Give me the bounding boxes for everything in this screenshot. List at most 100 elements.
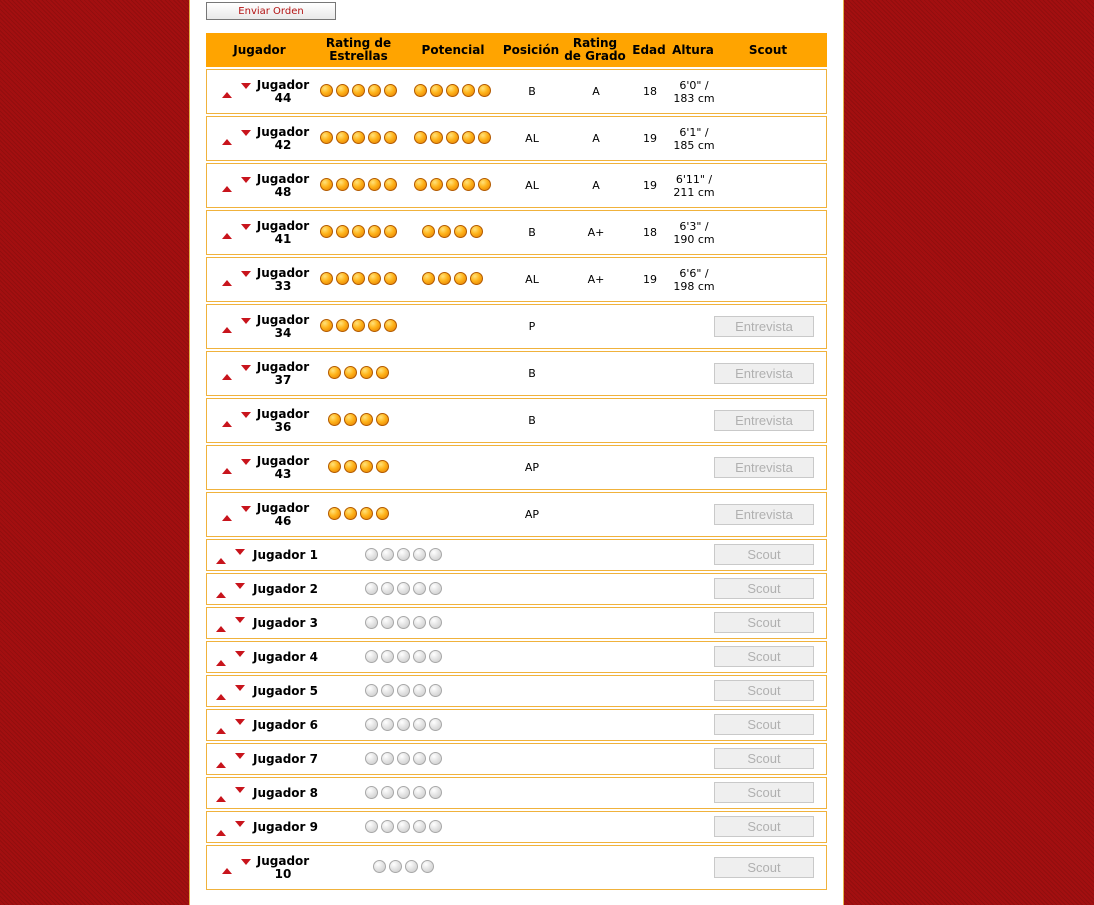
rating-ball-icon <box>462 131 475 144</box>
interview-button[interactable]: Entrevista <box>714 457 814 478</box>
grade-cell: A <box>592 132 600 145</box>
move-down-icon[interactable] <box>235 549 245 555</box>
rating-ball-icon <box>446 131 459 144</box>
scout-button[interactable]: Scout <box>714 857 814 878</box>
move-down-icon[interactable] <box>235 719 245 725</box>
move-up-icon[interactable] <box>216 660 226 666</box>
unrated-ball-icon <box>429 616 442 629</box>
scout-button[interactable]: Scout <box>714 816 814 837</box>
rating-ball-icon <box>368 225 381 238</box>
move-up-icon[interactable] <box>216 830 226 836</box>
rating-ball-icon <box>376 507 389 520</box>
move-down-icon[interactable] <box>241 83 251 89</box>
move-up-icon[interactable] <box>222 374 232 380</box>
interview-button[interactable]: Entrevista <box>714 316 814 337</box>
height-cell: 6'3" / 190 cm <box>673 219 715 246</box>
rating-ball-icon <box>368 84 381 97</box>
move-down-icon[interactable] <box>241 224 251 230</box>
rating-ball-icon <box>414 178 427 191</box>
height-cell: 6'1" / 185 cm <box>673 125 715 152</box>
position-cell: AP <box>524 508 540 521</box>
move-up-icon[interactable] <box>222 421 232 427</box>
star-rating <box>328 413 392 426</box>
unscouted-rating <box>373 860 437 873</box>
move-up-icon[interactable] <box>216 558 226 564</box>
scout-button[interactable]: Scout <box>714 748 814 769</box>
move-down-icon[interactable] <box>235 787 245 793</box>
move-down-icon[interactable] <box>241 412 251 418</box>
rating-ball-icon <box>430 178 443 191</box>
player-name: Jugador 41 <box>256 219 310 246</box>
move-up-icon[interactable] <box>222 868 232 874</box>
rating-ball-icon <box>454 272 467 285</box>
interview-button[interactable]: Entrevista <box>714 410 814 431</box>
move-down-icon[interactable] <box>241 318 251 324</box>
scout-button[interactable]: Scout <box>714 612 814 633</box>
move-down-icon[interactable] <box>241 271 251 277</box>
move-up-icon[interactable] <box>222 280 232 286</box>
height-cell <box>671 305 717 348</box>
move-down-icon[interactable] <box>241 177 251 183</box>
move-down-icon[interactable] <box>235 617 245 623</box>
rating-ball-icon <box>320 131 333 144</box>
scout-button[interactable]: Scout <box>714 680 814 701</box>
scout-button[interactable]: Scout <box>714 646 814 667</box>
move-down-icon[interactable] <box>235 753 245 759</box>
move-up-icon[interactable] <box>222 468 232 474</box>
position-cell: AL <box>525 179 539 192</box>
rating-ball-icon <box>438 225 451 238</box>
unscouted-rating <box>365 548 445 561</box>
star-rating <box>320 84 400 97</box>
move-up-icon[interactable] <box>216 796 226 802</box>
rating-ball-icon <box>352 84 365 97</box>
unrated-ball-icon <box>389 860 402 873</box>
col-header-scout: Scout <box>748 42 788 57</box>
player-name: Jugador 5 <box>253 684 318 698</box>
scout-button[interactable]: Scout <box>714 714 814 735</box>
scout-button[interactable]: Scout <box>714 578 814 599</box>
move-down-icon[interactable] <box>235 651 245 657</box>
move-down-icon[interactable] <box>241 459 251 465</box>
unrated-ball-icon <box>421 860 434 873</box>
move-up-icon[interactable] <box>216 592 226 598</box>
table-row: Jugador 9 Scout <box>206 811 827 843</box>
rating-ball-icon <box>352 225 365 238</box>
move-up-icon[interactable] <box>222 92 232 98</box>
move-up-icon[interactable] <box>222 186 232 192</box>
move-up-icon[interactable] <box>222 327 232 333</box>
move-up-icon[interactable] <box>216 626 226 632</box>
col-header-rating-grado: Rating de Grado <box>564 36 626 63</box>
move-up-icon[interactable] <box>222 233 232 239</box>
unrated-ball-icon <box>381 616 394 629</box>
move-up-icon[interactable] <box>222 139 232 145</box>
rating-ball-icon <box>368 131 381 144</box>
rating-ball-icon <box>360 507 373 520</box>
move-down-icon[interactable] <box>235 821 245 827</box>
move-down-icon[interactable] <box>241 506 251 512</box>
move-up-icon[interactable] <box>222 515 232 521</box>
rating-ball-icon <box>478 84 491 97</box>
rating-ball-icon <box>352 319 365 332</box>
reorder-controls <box>216 821 254 840</box>
move-up-icon[interactable] <box>216 694 226 700</box>
table-row: Jugador 42 AL A 19 6'1" / 185 cm <box>206 116 827 161</box>
rating-ball-icon <box>384 319 397 332</box>
grade-cell <box>565 399 627 442</box>
interview-button[interactable]: Entrevista <box>714 504 814 525</box>
reorder-controls <box>216 617 254 636</box>
move-up-icon[interactable] <box>216 762 226 768</box>
scout-button[interactable]: Scout <box>714 544 814 565</box>
height-cell <box>671 446 717 489</box>
move-down-icon[interactable] <box>241 365 251 371</box>
unrated-ball-icon <box>413 786 426 799</box>
move-up-icon[interactable] <box>216 728 226 734</box>
move-down-icon[interactable] <box>241 859 251 865</box>
scout-button[interactable]: Scout <box>714 782 814 803</box>
grade-cell <box>565 305 627 348</box>
move-down-icon[interactable] <box>241 130 251 136</box>
star-rating <box>320 131 400 144</box>
move-down-icon[interactable] <box>235 583 245 589</box>
interview-button[interactable]: Entrevista <box>714 363 814 384</box>
submit-order-button[interactable]: Enviar Orden <box>206 2 336 20</box>
move-down-icon[interactable] <box>235 685 245 691</box>
